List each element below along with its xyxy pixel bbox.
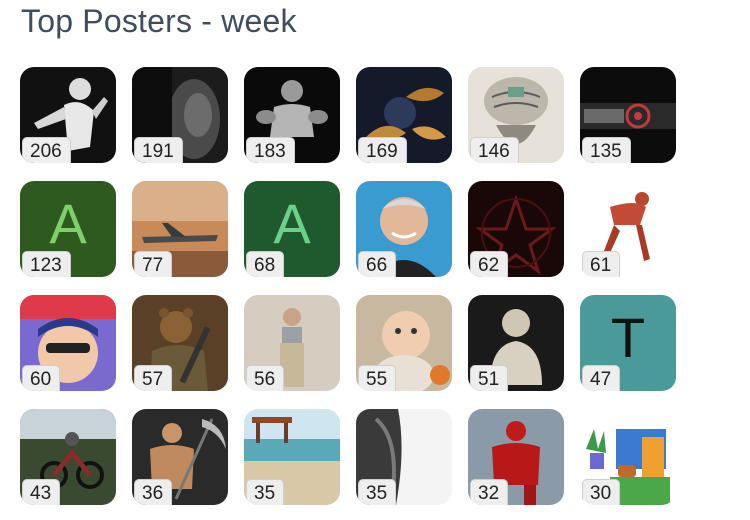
post-count: 51 — [470, 365, 509, 391]
post-count: 146 — [470, 137, 519, 163]
poster-tile[interactable]: 35 — [356, 409, 452, 505]
poster-tile[interactable]: 30 — [580, 409, 676, 505]
post-count: 183 — [246, 137, 295, 163]
poster-tile[interactable]: T 47 — [580, 295, 676, 391]
post-count: 60 — [22, 365, 61, 391]
poster-tile[interactable]: 169 — [356, 67, 452, 163]
poster-tile[interactable]: 62 — [468, 181, 564, 277]
post-count: 123 — [22, 251, 71, 277]
post-count: 68 — [246, 251, 285, 277]
post-count: 66 — [358, 251, 397, 277]
post-count: 206 — [22, 137, 71, 163]
poster-tile[interactable]: 36 — [132, 409, 228, 505]
post-count: 35 — [246, 479, 285, 505]
poster-tile[interactable]: A 123 — [20, 181, 116, 277]
post-count: 43 — [22, 479, 61, 505]
post-count: 191 — [134, 137, 183, 163]
poster-tile[interactable]: 135 — [580, 67, 676, 163]
poster-tile[interactable]: 66 — [356, 181, 452, 277]
post-count: 135 — [582, 137, 631, 163]
post-count: 169 — [358, 137, 407, 163]
poster-tile[interactable]: 61 — [580, 181, 676, 277]
post-count: 55 — [358, 365, 397, 391]
post-count: 35 — [358, 479, 397, 505]
post-count: 61 — [582, 251, 621, 277]
poster-tile[interactable]: 146 — [468, 67, 564, 163]
poster-tile[interactable]: 191 — [132, 67, 228, 163]
poster-tile[interactable]: 43 — [20, 409, 116, 505]
post-count: 62 — [470, 251, 509, 277]
poster-tile[interactable]: 57 — [132, 295, 228, 391]
poster-tile[interactable]: 35 — [244, 409, 340, 505]
avatar-letter: A — [49, 192, 87, 255]
post-count: 30 — [582, 479, 621, 505]
poster-tile[interactable]: 55 — [356, 295, 452, 391]
poster-tile[interactable]: A 68 — [244, 181, 340, 277]
poster-tile[interactable]: 51 — [468, 295, 564, 391]
poster-tile[interactable]: 32 — [468, 409, 564, 505]
post-count: 56 — [246, 365, 285, 391]
avatar-letter: T — [610, 306, 646, 369]
poster-tile[interactable]: 206 — [20, 67, 116, 163]
post-count: 32 — [470, 479, 509, 505]
post-count: 36 — [134, 479, 173, 505]
poster-tile[interactable]: 77 — [132, 181, 228, 277]
post-count: 47 — [582, 365, 621, 391]
page-title: Top Posters - week — [21, 3, 297, 39]
top-posters-grid: 206 191 183 169 146 135 A 123 77 A 68 66… — [20, 67, 700, 507]
poster-tile[interactable]: 183 — [244, 67, 340, 163]
poster-tile[interactable]: 56 — [244, 295, 340, 391]
poster-tile[interactable]: 60 — [20, 295, 116, 391]
avatar-letter: A — [273, 192, 311, 255]
post-count: 77 — [134, 251, 173, 277]
post-count: 57 — [134, 365, 173, 391]
